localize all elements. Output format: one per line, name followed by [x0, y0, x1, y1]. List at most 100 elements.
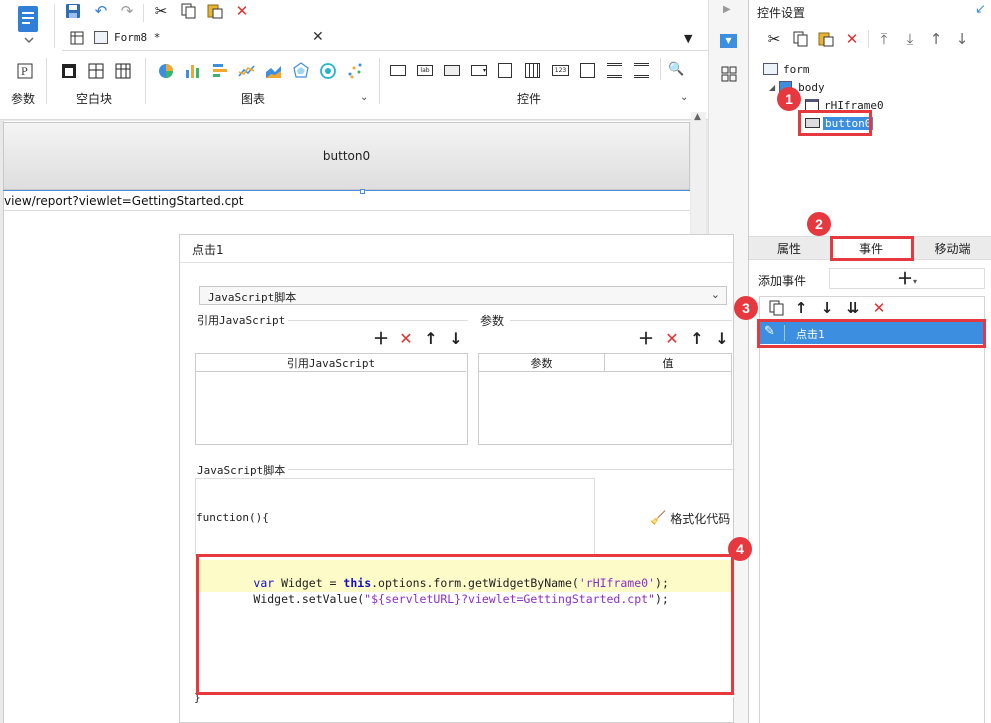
params-delete-icon[interactable]: ✕ [664, 331, 680, 347]
group-label-blank: 空白块 [76, 92, 113, 106]
tab-layout-icon[interactable] [87, 62, 105, 80]
event-list [759, 296, 985, 723]
document-tab[interactable]: Form8 * ✕ [92, 26, 332, 50]
ref-js-up-icon[interactable]: ↑ [423, 331, 439, 347]
annotation-badge-4: 4 [728, 537, 752, 561]
scatter-chart-icon[interactable] [346, 62, 364, 80]
bar-chart-icon[interactable] [184, 62, 202, 80]
dialog-title: 点击1 [192, 243, 224, 257]
absolute-layout-icon[interactable] [60, 62, 78, 80]
redo-icon[interactable]: ↷ [118, 2, 136, 20]
annotation-badge-2: 2 [807, 212, 831, 236]
chart-group-expand-icon[interactable]: ⌄ [360, 92, 368, 103]
format-code-label: 格式化代码 [670, 511, 731, 526]
copy-icon[interactable] [179, 2, 197, 20]
ref-js-down-icon[interactable]: ↓ [448, 331, 464, 347]
tree-cut-icon[interactable]: ✂ [765, 30, 783, 48]
params-add-icon[interactable]: ＋ [638, 331, 654, 347]
event-delete-icon[interactable]: ✕ [870, 299, 888, 317]
ref-js-section-label: 引用JavaScript [197, 314, 286, 327]
checkbox-group-icon[interactable] [607, 63, 622, 78]
button-widget-icon[interactable] [444, 65, 460, 76]
tree-label-form: form [783, 62, 810, 76]
widget-settings-toggle-icon[interactable]: ▼ [720, 34, 737, 48]
widget-settings-panel: 控件设置 ↙ ✂ ✕ ⤒ ⤓ ↑ ↓ form ◢ body rHIframe0 [734, 0, 991, 723]
event-edit-dialog: 点击1 JavaScript脚本 ⌄ 引用JavaScript ＋ ✕ ↑ ↓ … [179, 234, 752, 723]
textbox-widget-icon[interactable] [390, 65, 406, 76]
tree-copy-icon[interactable] [791, 30, 809, 48]
report-menu-icon[interactable] [16, 4, 42, 44]
js-section-label: JavaScript脚本 [197, 464, 286, 477]
scroll-up-icon[interactable]: ▲ [694, 112, 701, 122]
grid-layout-icon[interactable] [114, 62, 132, 80]
pin-icon[interactable]: ↙ [975, 2, 986, 17]
button0-widget[interactable]: button0 [3, 122, 690, 190]
event-copy-icon[interactable] [767, 299, 785, 317]
line-chart-icon[interactable] [238, 62, 256, 80]
tree-label-body: body [798, 80, 825, 94]
panel-title: 控件设置 [757, 6, 806, 20]
move-top-icon[interactable]: ⤒ [875, 30, 893, 48]
combobox-widget-icon[interactable]: ▾ [471, 65, 487, 76]
close-tab-icon[interactable]: ✕ [312, 29, 324, 45]
date-widget-icon[interactable] [525, 63, 540, 78]
event-up-icon[interactable]: ↑ [792, 299, 810, 317]
grid-icon[interactable] [68, 29, 86, 47]
widget-group-expand-icon[interactable]: ⌄ [680, 92, 688, 103]
document-tab-bar: Form8 * ✕ [62, 26, 332, 50]
save-icon[interactable] [64, 2, 82, 20]
radio-group-icon[interactable] [634, 63, 649, 78]
parameter-icon[interactable]: P [16, 62, 34, 80]
tab-mobile[interactable]: 移动端 [913, 237, 991, 259]
svg-text:P: P [21, 67, 28, 78]
gauge-chart-icon[interactable] [319, 62, 337, 80]
highlight-box-button0 [798, 110, 872, 136]
main-toolbar: ↶ ↷ ✂ ✕ Form8 * ✕ ▼ P 参数 空白块 图表 ⌄ lab ▾ … [0, 0, 708, 120]
undo-icon[interactable]: ↶ [92, 2, 110, 20]
annotation-badge-3: 3 [734, 296, 758, 320]
add-event-label: 添加事件 [758, 274, 807, 288]
pie-chart-icon[interactable] [157, 62, 175, 80]
component-library-icon[interactable] [721, 66, 737, 85]
label-widget-icon[interactable]: lab [417, 65, 433, 76]
group-label-chart: 图表 [241, 92, 266, 106]
paste-icon[interactable] [206, 2, 224, 20]
group-label-widget: 控件 [517, 92, 542, 106]
params-down-icon[interactable]: ↓ [714, 331, 730, 347]
event-move-bottom-icon[interactable]: ⇊ [844, 299, 862, 317]
format-code-button[interactable]: 🧹 格式化代码 [650, 509, 730, 527]
params-section-label: 参数 [480, 314, 505, 328]
form-doc-icon [94, 31, 108, 44]
highlight-box-events-tab [830, 236, 914, 261]
expand-arrow-icon[interactable]: ◢ [769, 83, 775, 92]
horizontal-bar-chart-icon[interactable] [211, 62, 229, 80]
move-bottom-icon[interactable]: ⤓ [901, 30, 919, 48]
highlight-box-event-row [757, 319, 986, 348]
add-event-dropdown[interactable]: ＋▾ [829, 268, 985, 289]
delete-icon[interactable]: ✕ [233, 2, 251, 20]
tree-paste-icon[interactable] [817, 30, 835, 48]
params-section-line [510, 320, 732, 321]
script-type-select[interactable]: JavaScript脚本 ⌄ [199, 286, 727, 305]
tree-delete-icon[interactable]: ✕ [843, 30, 861, 48]
number-widget-icon[interactable]: 123 [552, 65, 569, 76]
selection-border [3, 190, 690, 191]
ref-js-add-icon[interactable]: ＋ [373, 331, 389, 347]
ref-js-delete-icon[interactable]: ✕ [398, 331, 414, 347]
tab-menu-icon[interactable]: ▼ [684, 32, 692, 45]
tree-node-form[interactable]: form [763, 60, 810, 78]
query-widget-icon[interactable]: 🔍 [668, 62, 684, 77]
textarea-widget-icon[interactable] [580, 63, 595, 78]
event-down-icon[interactable]: ↓ [818, 299, 836, 317]
params-up-icon[interactable]: ↑ [689, 331, 705, 347]
form-widget-icon[interactable] [498, 63, 512, 78]
ref-js-section-line [288, 320, 468, 321]
highlight-box-code [196, 554, 734, 695]
radar-chart-icon[interactable] [292, 62, 310, 80]
cut-icon[interactable]: ✂ [152, 2, 170, 20]
move-down-icon[interactable]: ↓ [953, 30, 971, 48]
area-chart-icon[interactable] [265, 62, 283, 80]
collapse-arrow-icon[interactable]: ▶ [723, 4, 731, 15]
tab-properties[interactable]: 属性 [749, 237, 829, 259]
move-up-icon[interactable]: ↑ [927, 30, 945, 48]
